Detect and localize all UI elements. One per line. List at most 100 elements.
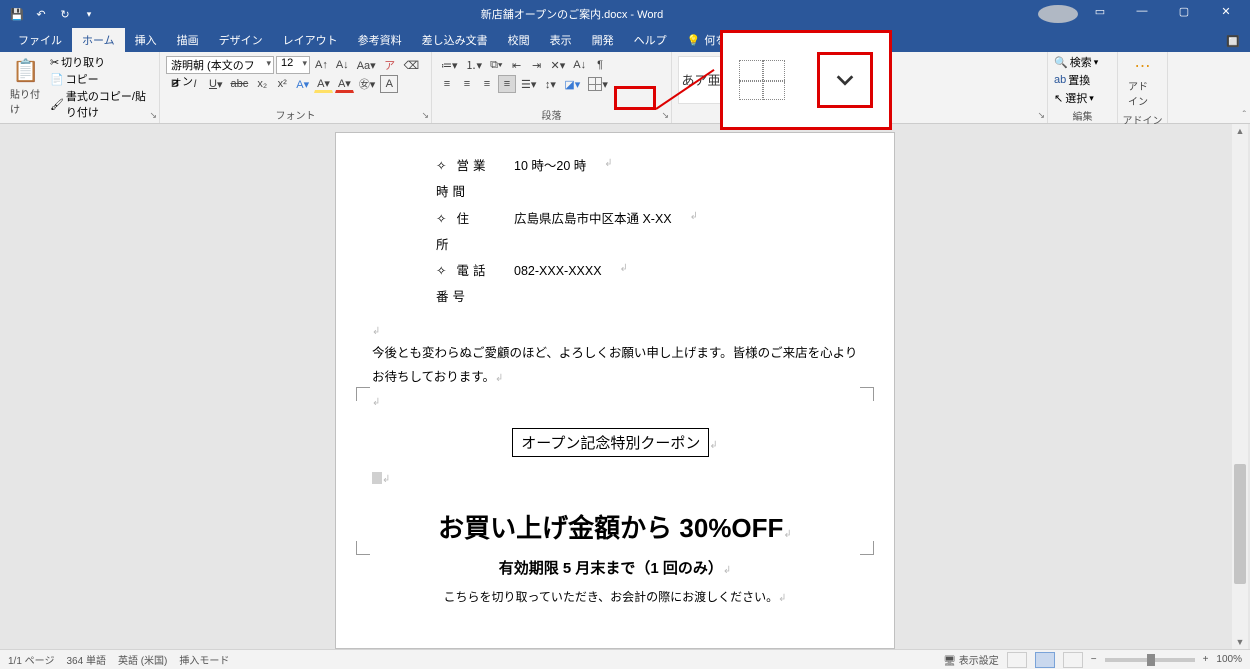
decrease-indent-button[interactable]: ⇤: [508, 56, 526, 74]
replace-button[interactable]: ab置換: [1054, 72, 1090, 88]
tab-file[interactable]: ファイル: [8, 28, 72, 52]
enclose-char-button[interactable]: ㊛▾: [356, 75, 379, 93]
view-web-button[interactable]: [1063, 652, 1083, 668]
numbering-button[interactable]: ⒈▾: [463, 56, 486, 74]
zoom-in-button[interactable]: +: [1203, 654, 1209, 665]
coupon-title: オープン記念特別クーポン: [512, 428, 709, 457]
tab-design[interactable]: デザイン: [209, 28, 273, 52]
scroll-down-icon[interactable]: ▼: [1232, 637, 1248, 647]
redo-icon[interactable]: ↻: [56, 5, 74, 23]
scroll-up-icon[interactable]: ▲: [1232, 126, 1248, 136]
underline-button[interactable]: U▾: [206, 75, 225, 93]
zoom-slider[interactable]: [1105, 658, 1195, 662]
callout-borders-icon: [739, 60, 785, 100]
tab-mailings[interactable]: 差し込み文書: [412, 28, 498, 52]
font-color-button[interactable]: A▾: [335, 75, 354, 93]
tab-draw[interactable]: 描画: [167, 28, 209, 52]
increase-indent-button[interactable]: ⇥: [528, 56, 546, 74]
group-addins: ⋯アドイン アドイン: [1118, 52, 1168, 123]
asian-layout-button[interactable]: ✕▾: [548, 56, 569, 74]
zoom-level[interactable]: 100%: [1216, 654, 1242, 665]
cut-button[interactable]: ✂切り取り: [50, 54, 153, 70]
format-painter-button[interactable]: 🖌書式のコピー/貼り付け: [50, 88, 153, 120]
tab-view[interactable]: 表示: [540, 28, 582, 52]
text-effects-button[interactable]: A▾: [293, 75, 312, 93]
highlight-button[interactable]: A▾: [314, 75, 333, 93]
tab-layout[interactable]: レイアウト: [273, 28, 348, 52]
hours-value: 10 時～20 時: [514, 153, 586, 206]
justify-button[interactable]: ≡: [498, 75, 516, 93]
copy-button[interactable]: 📄コピー: [50, 71, 153, 87]
find-button[interactable]: 🔍検索▾: [1054, 54, 1098, 70]
superscript-button[interactable]: x²: [273, 75, 291, 93]
status-words[interactable]: 364 単語: [66, 652, 105, 667]
tab-insert[interactable]: 挿入: [125, 28, 167, 52]
collapse-ribbon-icon[interactable]: ˆ: [1243, 110, 1246, 121]
strikethrough-button[interactable]: abc: [227, 75, 251, 93]
undo-icon[interactable]: ↶: [32, 5, 50, 23]
minimize-button[interactable]: —: [1122, 5, 1162, 23]
addins-button[interactable]: ⋯アドイン: [1124, 54, 1161, 110]
return-mark: ↲: [372, 326, 380, 337]
clear-format-button[interactable]: ⌫: [401, 56, 423, 74]
styles-launcher-icon[interactable]: ↘: [1037, 110, 1045, 121]
align-right-button[interactable]: ≡: [478, 75, 496, 93]
font-name-select[interactable]: 游明朝 (本文のフォン: [166, 56, 274, 74]
font-size-select[interactable]: 12: [276, 56, 310, 74]
char-border-button[interactable]: A: [380, 75, 398, 93]
tab-references[interactable]: 参考資料: [348, 28, 412, 52]
tab-review[interactable]: 校閲: [498, 28, 540, 52]
qa-customize-icon[interactable]: ▾: [80, 5, 98, 23]
format-painter-label: 書式のコピー/貼り付け: [66, 88, 153, 120]
grow-font-button[interactable]: A↑: [312, 56, 331, 74]
close-button[interactable]: ✕: [1206, 5, 1246, 23]
save-icon[interactable]: 💾: [8, 5, 26, 23]
borders-button[interactable]: ▾: [585, 75, 611, 93]
ribbon-display-icon[interactable]: ▭: [1080, 5, 1120, 23]
scrollbar-thumb[interactable]: [1234, 464, 1246, 584]
multilevel-button[interactable]: ⧉▾: [487, 56, 505, 74]
tab-help[interactable]: ヘルプ: [624, 28, 677, 52]
account-avatar-icon[interactable]: [1038, 5, 1078, 23]
paste-label: 貼り付け: [10, 86, 42, 116]
phonetic-guide-button[interactable]: ア: [381, 56, 399, 74]
vertical-scrollbar[interactable]: ▲ ▼: [1232, 124, 1248, 649]
tab-developer[interactable]: 開発: [582, 28, 624, 52]
paragraph-launcher-icon[interactable]: ↘: [661, 110, 669, 121]
align-left-button[interactable]: ≡: [438, 75, 456, 93]
clipboard-launcher-icon[interactable]: ↘: [149, 110, 157, 121]
select-button[interactable]: ↖選択▾: [1054, 90, 1094, 106]
find-label: 検索: [1070, 54, 1092, 70]
find-icon: 🔍: [1054, 56, 1068, 69]
show-marks-button[interactable]: ¶: [591, 56, 609, 74]
change-case-button[interactable]: Aa▾: [354, 56, 379, 74]
view-print-button[interactable]: [1035, 652, 1055, 668]
zoom-out-button[interactable]: −: [1091, 654, 1097, 665]
align-center-button[interactable]: ≡: [458, 75, 476, 93]
sort-button[interactable]: A↓: [570, 56, 589, 74]
line-spacing-button[interactable]: ↕▾: [541, 75, 559, 93]
subscript-button[interactable]: x₂: [253, 75, 271, 93]
document-title: 新店舗オープンのご案内.docx - Word: [106, 6, 1038, 22]
tab-home[interactable]: ホーム: [72, 28, 125, 52]
view-read-button[interactable]: [1007, 652, 1027, 668]
cut-label: 切り取り: [61, 54, 105, 70]
zoom-knob[interactable]: [1147, 654, 1155, 666]
share-icon[interactable]: 🔲: [1226, 35, 1240, 48]
bullets-button[interactable]: ≔▾: [438, 56, 461, 74]
hours-label: 営業時間: [436, 153, 496, 206]
maximize-button[interactable]: ▢: [1164, 5, 1204, 23]
display-settings-button[interactable]: 🖥 表示設定: [943, 652, 998, 667]
document-area: 営業時間10 時～20 時↲ 住 所広島県広島市中区本通 X-XX↲ 電話番号0…: [0, 124, 1230, 649]
shading-button[interactable]: ◪▾: [561, 75, 583, 93]
status-page[interactable]: 1/1 ページ: [8, 652, 54, 667]
page[interactable]: 営業時間10 時～20 時↲ 住 所広島県広島市中区本通 X-XX↲ 電話番号0…: [335, 132, 895, 649]
shrink-font-button[interactable]: A↓: [333, 56, 352, 74]
paste-button[interactable]: 📋 貼り付け: [6, 56, 46, 118]
status-mode[interactable]: 挿入モード: [179, 652, 229, 667]
font-launcher-icon[interactable]: ↘: [421, 110, 429, 121]
group-font: 游明朝 (本文のフォン 12 A↑ A↓ Aa▾ ア ⌫ B I U▾ abc …: [160, 52, 432, 123]
distribute-button[interactable]: ☰▾: [518, 75, 539, 93]
status-language[interactable]: 英語 (米国): [118, 652, 167, 667]
crop-mark: [860, 387, 874, 401]
